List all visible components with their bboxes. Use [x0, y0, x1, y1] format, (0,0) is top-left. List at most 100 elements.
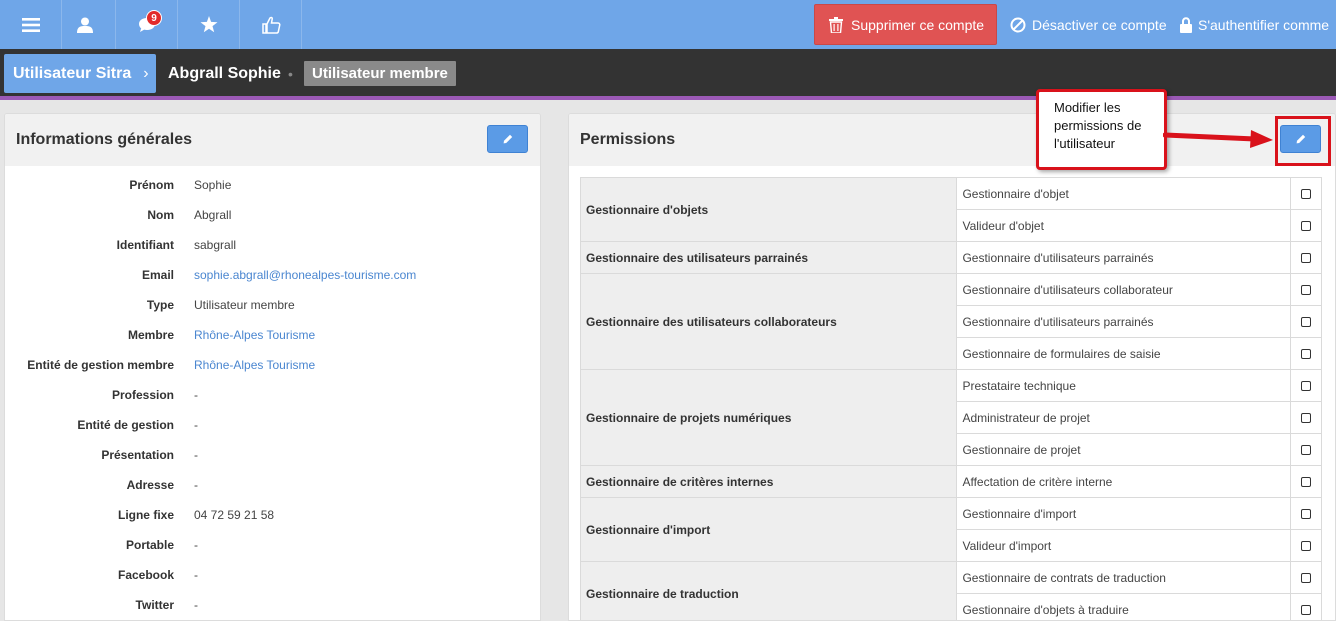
ban-icon — [1010, 17, 1026, 32]
info-value: Utilisateur membre — [194, 298, 295, 312]
permission-role-name: Affectation de critère interne — [956, 465, 1292, 498]
permission-role-name: Gestionnaire d'objets à traduire — [956, 593, 1292, 620]
permission-row: Gestionnaire des utilisateurs parrainés G… — [579, 241, 1322, 274]
permission-row: Gestionnaire des utilisateurs collaborat… — [579, 273, 1322, 370]
permission-checkbox[interactable] — [1301, 413, 1311, 424]
permission-checkbox[interactable] — [1301, 381, 1311, 392]
permission-checkbox-cell — [1290, 305, 1322, 338]
info-value[interactable]: Rhône-Alpes Tourisme — [194, 328, 315, 342]
permission-checkbox-cell — [1290, 497, 1322, 530]
info-label: Membre — [127, 328, 174, 342]
info-value[interactable]: Rhône-Alpes Tourisme — [194, 358, 315, 372]
info-row: Ligne fixe 04 72 59 21 58 — [5, 500, 540, 530]
info-value: - — [194, 568, 198, 582]
info-label: Prénom — [129, 178, 174, 192]
permission-role-name: Gestionnaire de projet — [956, 433, 1292, 466]
info-row: Email sophie.abgrall@rhonealpes-tourisme.… — [5, 260, 540, 290]
general-info-header: Informations générales — [5, 114, 540, 166]
permission-checkbox[interactable] — [1301, 445, 1311, 456]
permission-checkbox[interactable] — [1301, 541, 1311, 552]
deactivate-account-label: Désactiver ce compte — [1032, 16, 1167, 33]
info-label: Profession — [111, 388, 174, 402]
user-type-badge: Utilisateur membre — [304, 61, 456, 86]
info-label: Type — [146, 298, 174, 312]
permission-group-name: Gestionnaire de projets numériques — [579, 369, 958, 466]
recommend-button[interactable] — [240, 0, 302, 49]
permission-checkbox[interactable] — [1301, 509, 1311, 520]
info-label: Entité de gestion membre — [27, 358, 174, 372]
permission-row: Gestionnaire d'objets Gestionnaire d'obje… — [579, 177, 1322, 242]
permission-role-name: Gestionnaire d'import — [956, 497, 1292, 530]
permission-checkbox[interactable] — [1301, 349, 1311, 360]
permissions-table: Gestionnaire d'objets Gestionnaire d'obje… — [579, 177, 1322, 620]
top-bar: 9 Supprimer ce compte Désactiver ce comp… — [0, 0, 1336, 49]
info-row: Adresse - — [5, 470, 540, 500]
permission-checkbox-cell — [1290, 241, 1322, 274]
permission-role-name: Gestionnaire d'objet — [956, 177, 1292, 210]
permission-role-name: Gestionnaire d'utilisateurs parrainés — [956, 305, 1292, 338]
info-value: - — [194, 388, 198, 402]
info-row: Identifiant sabgrall — [5, 230, 540, 260]
info-label: Facebook — [117, 568, 174, 582]
notification-badge: 9 — [146, 10, 162, 26]
edit-general-info-button[interactable] — [487, 125, 528, 153]
info-row: Prénom Sophie — [5, 170, 540, 200]
info-label: Portable — [125, 538, 174, 552]
info-label: Nom — [147, 208, 174, 222]
permission-role-name: Valideur d'objet — [956, 209, 1292, 242]
annotation-callout: Modifier les permissions de l'utilisateu… — [1036, 89, 1167, 170]
info-label: Entité de gestion — [77, 418, 174, 432]
delete-account-button[interactable]: Supprimer ce compte — [814, 4, 997, 45]
info-value: - — [194, 538, 198, 552]
permission-role-name: Administrateur de projet — [956, 401, 1292, 434]
info-row: Portable - — [5, 530, 540, 560]
permission-checkbox[interactable] — [1301, 477, 1311, 488]
permission-checkbox[interactable] — [1301, 253, 1311, 264]
menu-button[interactable] — [0, 0, 62, 49]
authenticate-as-link[interactable]: S'authentifier comme — [1180, 0, 1329, 49]
info-row: Type Utilisateur membre — [5, 290, 540, 320]
lock-icon — [1180, 16, 1192, 33]
delete-account-label: Supprimer ce compte — [851, 16, 985, 33]
info-row: Présentation - — [5, 440, 540, 470]
callout-line: l'utilisateur — [1054, 136, 1116, 151]
favorites-button[interactable] — [178, 0, 240, 49]
permission-role-name: Gestionnaire d'utilisateurs collaborateu… — [956, 273, 1292, 306]
general-info-panel: Informations générales Prénom Sophie Nom Ab… — [4, 113, 541, 621]
general-info-title: Informations générales — [16, 131, 193, 148]
permissions-panel: Permissions Gestionnaire d'objets Gestion… — [568, 113, 1336, 621]
permission-checkbox-cell — [1290, 561, 1322, 594]
permission-checkbox[interactable] — [1301, 189, 1311, 200]
permission-checkbox[interactable] — [1301, 285, 1311, 296]
chevron-right-icon: › — [143, 64, 149, 82]
deactivate-account-link[interactable]: Désactiver ce compte — [1010, 0, 1167, 49]
annotation-arrow — [1163, 130, 1273, 148]
info-value: 04 72 59 21 58 — [194, 508, 275, 522]
permission-checkbox[interactable] — [1301, 605, 1311, 616]
permission-checkbox-cell — [1290, 529, 1322, 562]
info-value[interactable]: sophie.abgrall@rhonealpes-tourisme.com — [194, 268, 416, 282]
info-row: Nom Abgrall — [5, 200, 540, 230]
info-row: Entité de gestion - — [5, 410, 540, 440]
info-value: - — [194, 478, 198, 492]
trash-icon — [829, 16, 843, 33]
permission-checkbox[interactable] — [1301, 573, 1311, 584]
profile-button[interactable] — [54, 0, 116, 49]
permission-role-name: Gestionnaire de formulaires de saisie — [956, 337, 1292, 370]
permission-checkbox[interactable] — [1301, 317, 1311, 328]
permission-role-name: Valideur d'import — [956, 529, 1292, 562]
permission-group-name: Gestionnaire d'import — [579, 497, 958, 562]
info-value: Abgrall — [194, 208, 232, 222]
permission-checkbox-cell — [1290, 209, 1322, 242]
breadcrumb-root-link[interactable]: Utilisateur Sitra › — [4, 54, 156, 93]
info-value: - — [194, 418, 198, 432]
permission-checkbox-cell — [1290, 337, 1322, 370]
pencil-icon — [503, 134, 512, 144]
permissions-title: Permissions — [580, 131, 676, 148]
permission-checkbox-cell — [1290, 465, 1322, 498]
permission-checkbox[interactable] — [1301, 221, 1311, 232]
messages-button[interactable]: 9 — [116, 0, 178, 49]
authenticate-as-label: S'authentifier comme — [1198, 16, 1330, 33]
info-label: Présentation — [101, 448, 174, 462]
breadcrumb-separator: • — [288, 65, 293, 82]
